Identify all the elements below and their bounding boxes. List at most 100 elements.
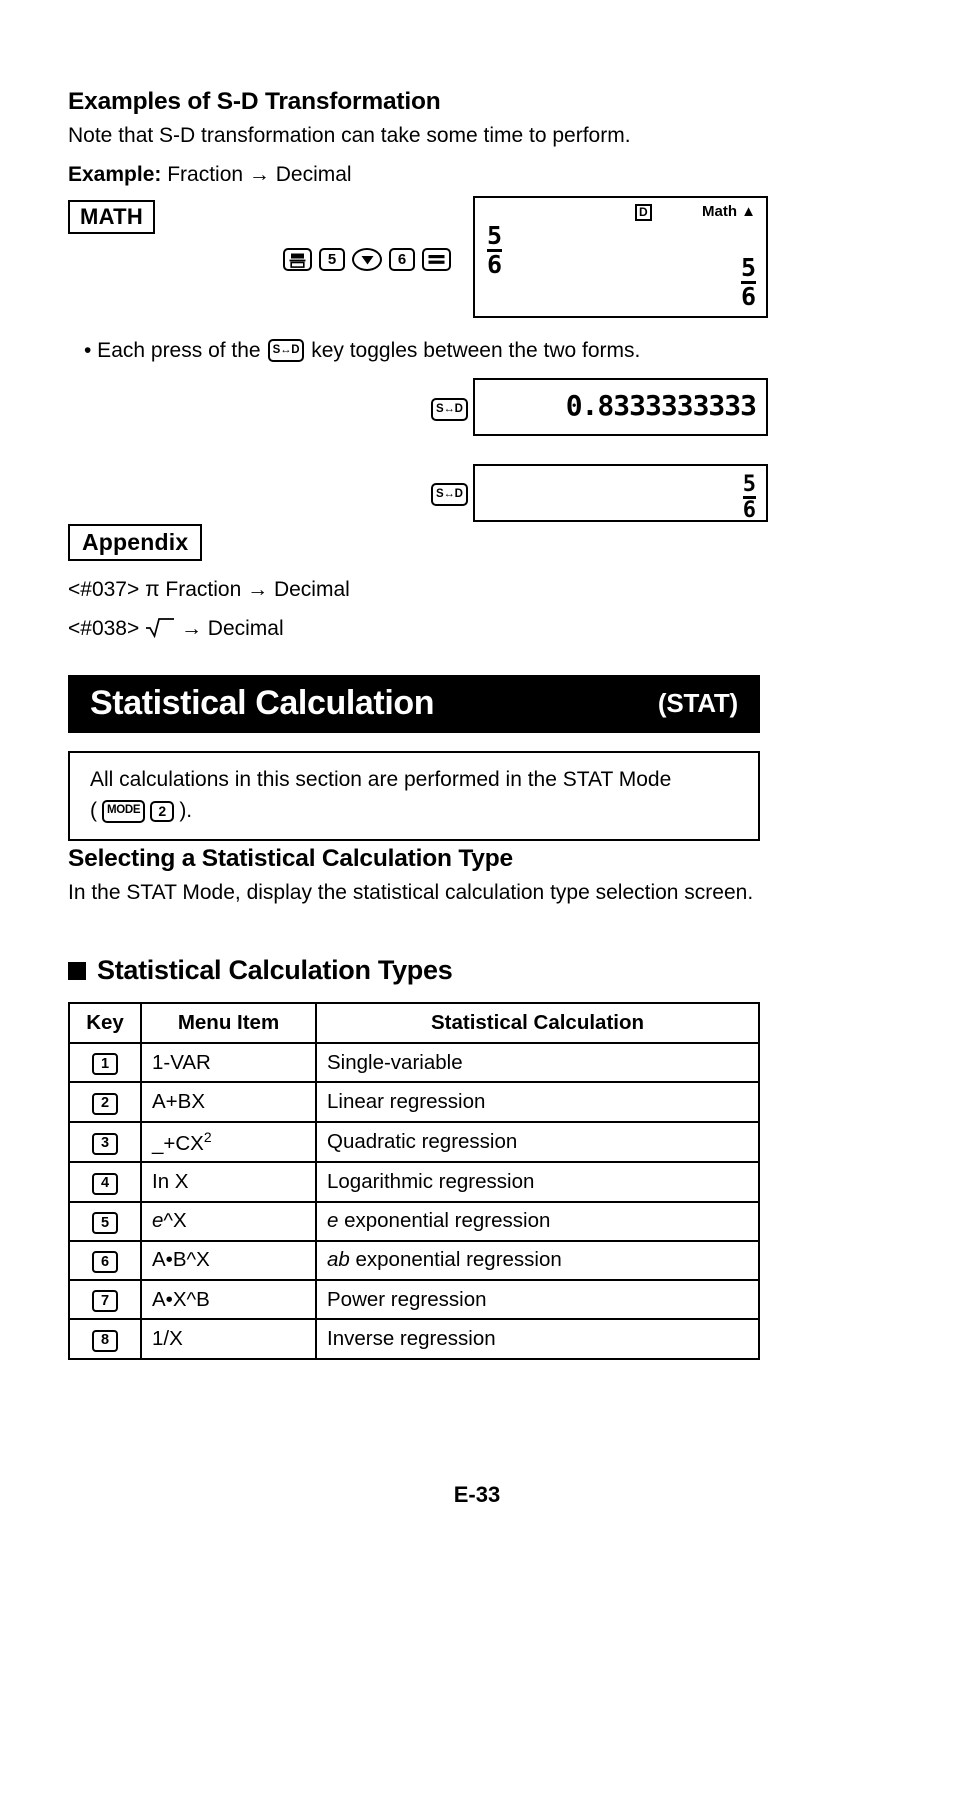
s-d-key-step-2[interactable]: S↔D [431, 483, 468, 506]
table-row: 7 A•X^B Power regression [68, 1279, 760, 1321]
fraction-key[interactable] [283, 248, 312, 271]
stat-types-heading-label: Statistical Calculation Types [97, 955, 453, 985]
table-cell-key: 3 [68, 1120, 142, 1164]
annunciator-math-icon: Math ▲ [701, 203, 756, 220]
table-header-statistical-calculation: Statistical Calculation [315, 1002, 760, 1044]
s-d-key-step-1[interactable]: S↔D [431, 398, 468, 421]
table-row: 1 1-VAR Single-variable [68, 1041, 760, 1084]
sd-toggle-note-post: key toggles between the two forms. [311, 339, 641, 362]
stat-calculation-types-table: Key Menu Item Statistical Calculation 1 … [68, 1002, 760, 1360]
appendix-entry-038: <#038> → Decimal [68, 615, 284, 643]
display-entry-numerator: 5 [487, 221, 503, 250]
table-cell-key: 2 [68, 1081, 142, 1123]
table-cell-menu-item: 1/X [140, 1318, 317, 1360]
table-cell-key: 1 [68, 1041, 142, 1084]
display-result-denominator: 6 [740, 282, 756, 311]
equals-key[interactable] [422, 248, 451, 271]
stat-section-banner: Statistical Calculation (STAT) [68, 675, 760, 733]
math-mode-tag: MATH [68, 200, 156, 235]
table-cell-menu-item: A+BX [140, 1081, 317, 1123]
table-cell-calculation: e exponential regression [315, 1200, 760, 1242]
table-cell-menu-item: 1-VAR [140, 1041, 317, 1084]
example-text: Fraction → Decimal [167, 163, 352, 186]
table-header-key: Key [68, 1002, 142, 1044]
digit-1-key[interactable]: 1 [92, 1053, 118, 1076]
table-cell-key: 8 [68, 1318, 142, 1360]
square-root-icon [145, 616, 175, 638]
sd-toggle-note: • Each press of the S↔D key toggles betw… [84, 337, 640, 365]
sd-toggle-note-pre: • Each press of the [84, 339, 261, 362]
annunciator-d-icon: D [635, 204, 652, 221]
table-cell-calculation: ab exponential regression [315, 1239, 760, 1282]
display-fraction-again: 5 6 [742, 472, 756, 524]
table-row: 3 _+CX2 Quadratic regression [68, 1120, 760, 1164]
paren-close: ). [179, 799, 193, 823]
table-cell-menu-item: A•B^X [140, 1239, 317, 1282]
display-decimal-value: 0.8333333333 [565, 389, 757, 422]
stat-mode-note-box: All calculations in this section are per… [68, 751, 760, 841]
table-header-menu-item: Menu Item [140, 1002, 317, 1044]
exponent-2: 2 [203, 1128, 212, 1145]
table-cell-menu-item: e^X [140, 1200, 317, 1242]
display-result-fraction: 5 6 [740, 253, 756, 311]
table-cell-menu-item: A•X^B [140, 1279, 317, 1321]
table-cell-calculation: Power regression [315, 1279, 760, 1321]
sd-note-text: Note that S-D transformation can take so… [68, 124, 631, 147]
digit-6-key[interactable]: 6 [389, 248, 415, 271]
appendix-text-037: π Fraction → Decimal [145, 578, 350, 601]
appendix-tag: Appendix [68, 524, 203, 562]
table-cell-menu-item: In X [140, 1161, 317, 1203]
appendix-ref-037: <#037> [68, 578, 140, 601]
digit-2-key[interactable]: 2 [150, 800, 175, 822]
table-header-row: Key Menu Item Statistical Calculation [68, 1002, 760, 1044]
digit-7-key[interactable]: 7 [92, 1290, 118, 1313]
page-section-heading-sd: Examples of S-D Transformation [68, 88, 441, 115]
table-row: 6 A•B^X ab exponential regression [68, 1239, 760, 1282]
digit-5-key[interactable]: 5 [92, 1211, 118, 1234]
table-row: 5 e^X e exponential regression [68, 1200, 760, 1242]
digit-8-key[interactable]: 8 [92, 1329, 118, 1352]
key-sequence-fraction-entry: 5 6 [283, 248, 451, 271]
appendix-ref-038: <#038> [68, 617, 140, 640]
display-denominator: 6 [742, 498, 756, 524]
appendix-text-038: → Decimal [180, 617, 284, 640]
sd-example-line: Example: Fraction → Decimal [68, 161, 352, 189]
table-cell-key: 4 [68, 1161, 142, 1203]
digit-3-key[interactable]: 3 [92, 1132, 118, 1155]
table-cell-menu-item: _+CX2 [140, 1120, 317, 1164]
stat-note-line-1: All calculations in this section are per… [90, 768, 672, 791]
example-label: Example: [68, 163, 162, 186]
display-entry-denominator: 6 [487, 250, 503, 279]
s-d-key[interactable]: S↔D [267, 339, 305, 363]
table-cell-calculation: Quadratic regression [315, 1120, 760, 1164]
display-numerator: 5 [742, 472, 756, 497]
digit-4-key[interactable]: 4 [92, 1172, 118, 1195]
table-row: 8 1/X Inverse regression [68, 1318, 760, 1360]
calculator-display-decimal: 0.8333333333 [473, 378, 768, 436]
square-bullet-icon [68, 961, 86, 980]
table-row: 4 In X Logarithmic regression [68, 1161, 760, 1203]
calculator-display-fraction: D Math ▲ 5 6 5 6 [473, 196, 768, 318]
table-cell-key: 7 [68, 1279, 142, 1321]
table-cell-calculation: Logarithmic regression [315, 1161, 760, 1203]
table-cell-key: 5 [68, 1200, 142, 1242]
digit-2-key[interactable]: 2 [92, 1092, 118, 1115]
digit-6-key[interactable]: 6 [92, 1251, 118, 1274]
stat-types-heading: Statistical Calculation Types [68, 955, 453, 986]
selecting-type-heading: Selecting a Statistical Calculation Type [68, 845, 513, 872]
paren-open: ( [90, 799, 97, 823]
table-cell-calculation: Linear regression [315, 1081, 760, 1123]
stat-banner-subtitle: (STAT) [657, 687, 738, 718]
stat-note-line-2: ( MODE 2 ). [90, 796, 742, 825]
page-footer: E-33 [0, 1482, 954, 1508]
calculator-display-fraction-again: 5 6 [473, 464, 768, 522]
table-row: 2 A+BX Linear regression [68, 1081, 760, 1123]
digit-5-key[interactable]: 5 [319, 248, 345, 271]
display-result-numerator: 5 [740, 253, 756, 282]
display-entry-fraction: 5 6 [487, 221, 503, 279]
table-cell-key: 6 [68, 1239, 142, 1282]
down-arrow-key[interactable] [352, 248, 382, 271]
mode-key[interactable]: MODE [102, 799, 146, 823]
stat-banner-title: Statistical Calculation [90, 683, 435, 722]
page-number: E-33 [453, 1482, 501, 1507]
